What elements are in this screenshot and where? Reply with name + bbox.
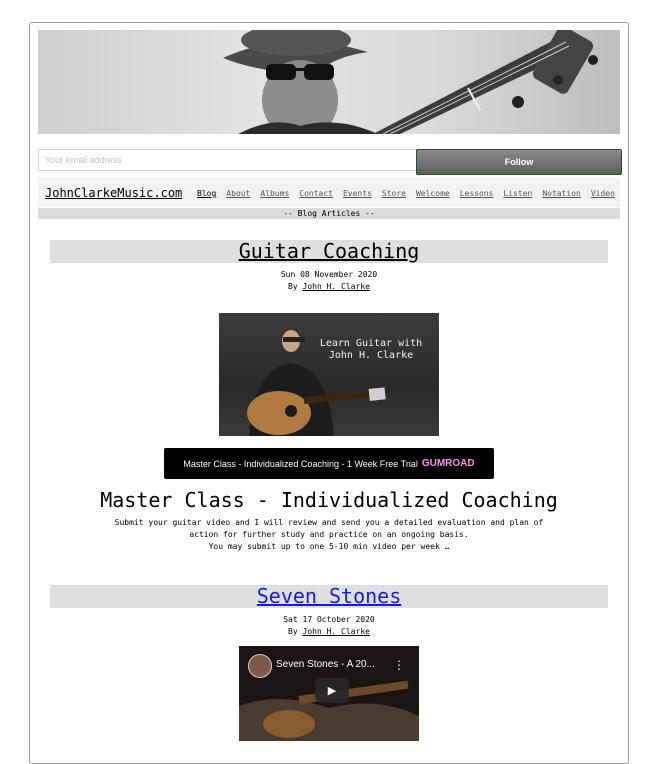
offer-text-limit: You may submit up to one 5-10 min video … [208,542,450,551]
youtube-video-embed[interactable]: Seven Stones - A 20... ⋮ ▶ [239,646,419,741]
post-meta: Sat 17 October 2020 By John H. Clarke [50,614,608,638]
play-icon[interactable]: ▶ [315,678,349,703]
nav-link-listen[interactable]: Listen [503,189,532,198]
page-frame: Follow JohnClarkeMusic.com Blog About Al… [29,22,629,764]
author-link[interactable]: John H. Clarke [303,282,370,291]
offer-description: Submit your guitar video and I will revi… [100,517,558,553]
nav-link-blog[interactable]: Blog [197,189,216,198]
byline-label: By [288,282,298,291]
gumroad-logo: GUMROAD [421,458,475,469]
site-name-link[interactable]: JohnClarkeMusic.com [45,186,182,200]
post-date: Sat 17 October 2020 [283,615,375,624]
byline-label: By [288,627,298,636]
image-caption: Learn Guitar with John H. Clarke [319,338,423,361]
post-meta: Sun 08 November 2020 By John H. Clarke [50,269,608,293]
nav-link-video[interactable]: Video [591,189,615,198]
nav-link-notation[interactable]: Notation [542,189,581,198]
more-options-icon[interactable]: ⋮ [393,658,405,672]
offer-text-main: Submit your guitar video and I will revi… [114,518,544,539]
offer-heading: Master Class - Individualized Coaching [100,488,558,512]
post-byline: By John H. Clarke [50,281,608,293]
post-title-bar: Guitar Coaching [50,240,608,263]
nav-link-about[interactable]: About [226,189,250,198]
header-banner-image [38,30,620,134]
section-header-blog-articles: -- Blog Articles -- [38,208,620,219]
guitar-coaching-image[interactable]: Learn Guitar with John H. Clarke [219,313,439,436]
gumroad-buy-button[interactable]: Master Class - Individualized Coaching -… [164,448,494,479]
nav-link-albums[interactable]: Albums [260,189,289,198]
author-link[interactable]: John H. Clarke [303,627,370,636]
nav-link-welcome[interactable]: Welcome [416,189,450,198]
video-title[interactable]: Seven Stones - A 20... [276,659,375,670]
gumroad-button-label: Master Class - Individualized Coaching -… [183,458,418,469]
nav-links: Blog About Albums Contact Events Store W… [197,189,625,198]
post-title-link[interactable]: Seven Stones [257,584,402,608]
nav-link-contact[interactable]: Contact [299,189,333,198]
post-byline: By John H. Clarke [50,626,608,638]
nav-link-lessons[interactable]: Lessons [460,189,494,198]
post-title-bar: Seven Stones [50,585,608,608]
follow-button[interactable]: Follow [416,149,622,175]
nav-link-store[interactable]: Store [382,189,406,198]
nav-link-events[interactable]: Events [343,189,372,198]
navigation-bar: JohnClarkeMusic.com Blog About Albums Co… [38,177,620,207]
post-date: Sun 08 November 2020 [280,270,378,279]
post-title-link[interactable]: Guitar Coaching [239,239,420,263]
email-signup-form: Follow [38,149,622,175]
channel-avatar[interactable] [248,654,272,678]
email-field[interactable] [38,149,419,171]
